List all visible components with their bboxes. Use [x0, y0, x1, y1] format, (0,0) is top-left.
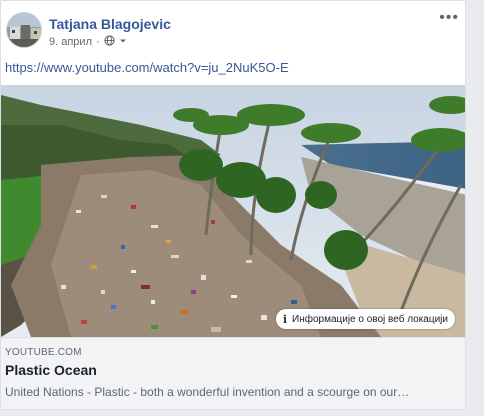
- link-title[interactable]: Plastic Ocean: [5, 362, 97, 378]
- author-name[interactable]: Tatjana Blagojevic: [49, 16, 171, 32]
- link-domain: YOUTUBE.COM: [5, 347, 82, 358]
- link-preview-details[interactable]: YOUTUBE.COM Plastic Ocean United Nations…: [1, 337, 465, 409]
- link-preview-image[interactable]: i Информације о овој веб локацији: [1, 85, 465, 337]
- page-background-strip: [466, 0, 484, 416]
- more-options-button[interactable]: •••: [439, 9, 459, 27]
- author-avatar[interactable]: [6, 12, 42, 48]
- info-icon: i: [282, 312, 288, 326]
- chevron-down-icon[interactable]: [119, 36, 127, 48]
- facebook-post-card: Tatjana Blagojevic 9. април · ••• https:…: [0, 0, 466, 410]
- globe-icon[interactable]: [104, 35, 115, 49]
- beach-plastic-photo: [1, 85, 465, 337]
- site-info-button[interactable]: i Информације о овој веб локацији: [275, 309, 455, 329]
- meta-separator: ·: [96, 36, 100, 48]
- post-meta: 9. април ·: [49, 35, 127, 49]
- link-description: United Nations - Plastic - both a wonder…: [5, 385, 410, 399]
- post-header: Tatjana Blagojevic 9. април · •••: [1, 1, 465, 57]
- site-info-label: Информације о овој веб локацији: [292, 313, 448, 325]
- avatar-image: [7, 13, 41, 47]
- post-link-text[interactable]: https://www.youtube.com/watch?v=ju_2NuK5…: [5, 60, 289, 75]
- post-date[interactable]: 9. април: [49, 36, 92, 48]
